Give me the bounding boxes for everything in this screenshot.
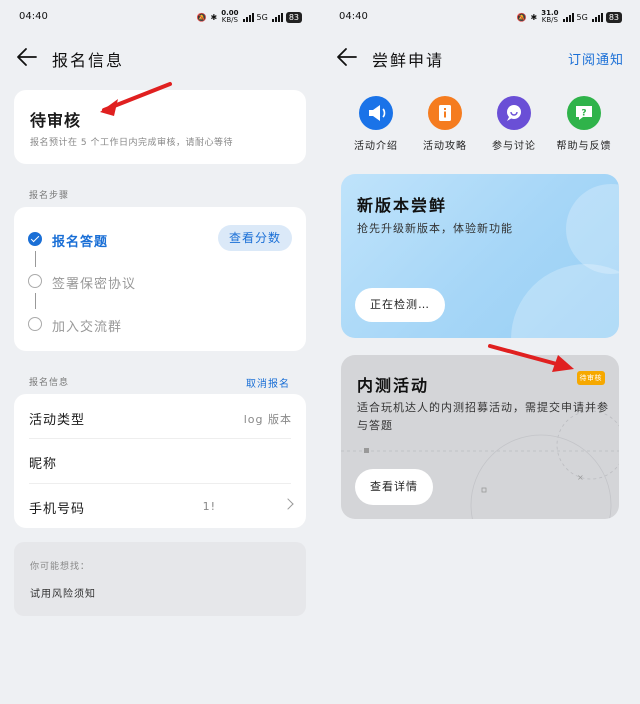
- chat-bubble-icon: [497, 96, 531, 130]
- signal-icon: [562, 12, 574, 22]
- status-bar: 04:40 🔕 ✱ 31.0 KB/S 5G 83: [339, 10, 622, 26]
- back-arrow-icon[interactable]: [336, 46, 358, 68]
- net-speed: 31.0 KB/S: [541, 9, 559, 24]
- view-details-button[interactable]: 查看详情: [355, 469, 433, 505]
- chevron-right-icon: [282, 498, 294, 510]
- checking-button[interactable]: 正在检测…: [355, 288, 445, 322]
- registration-info-screen: 04:40 🔕 ✱ 0.00 KB/S 5G 83 报名信息 待审核 报名预计在 …: [0, 0, 320, 704]
- trial-application-screen: 04:40 🔕 ✱ 31.0 KB/S 5G 83 尝鲜申请 订阅通知 活动介绍 …: [320, 0, 640, 704]
- suggestions-card: 你可能想找： 试用风险须知: [14, 542, 306, 616]
- svg-text:?: ?: [581, 109, 586, 119]
- step-connector: [35, 251, 37, 267]
- quick-action-intro[interactable]: 活动介绍: [341, 96, 411, 152]
- back-arrow-icon[interactable]: [16, 46, 38, 68]
- quick-action-label: 帮助与反馈: [556, 141, 612, 152]
- pending-circle-icon: [28, 317, 42, 331]
- info-key: 昵称: [29, 457, 58, 472]
- status-icons: 🔕 ✱ 31.0 KB/S 5G 83: [517, 10, 622, 24]
- new-version-title: 新版本尝鲜: [357, 196, 448, 215]
- bluetooth-icon: ✱: [530, 12, 538, 22]
- page-title: 报名信息: [52, 51, 125, 70]
- pending-circle-icon: [28, 274, 42, 288]
- page-title: 尝鲜申请: [372, 51, 445, 70]
- subscribe-notification-button[interactable]: 订阅通知: [568, 49, 624, 68]
- pending-review-badge: 待审核: [576, 371, 605, 385]
- info-card: 活动类型 log 版本 昵称 手机号码 1!: [14, 394, 306, 528]
- steps-card: 报名答题 签署保密协议 加入交流群 查看分数: [14, 207, 306, 351]
- signal-tag: 5G: [576, 12, 588, 22]
- new-version-subtitle: 抢先升级新版本，体验新功能: [357, 222, 513, 235]
- quick-action-guide[interactable]: 活动攻略: [410, 96, 480, 152]
- bluetooth-icon: ✱: [210, 12, 218, 22]
- info-row-phone[interactable]: 手机号码 1!: [14, 484, 306, 528]
- nav-bar: 尝鲜申请 订阅通知: [336, 44, 624, 72]
- info-key: 活动类型: [29, 413, 86, 428]
- status-icons: 🔕 ✱ 0.00 KB/S 5G 83: [197, 10, 302, 24]
- suggestion-link[interactable]: 试用风险须知: [30, 585, 96, 600]
- quick-action-discussion[interactable]: 参与讨论: [479, 96, 549, 152]
- signal-icon-2: [591, 12, 603, 22]
- mute-icon: 🔕: [196, 12, 207, 22]
- signal-tag: 5G: [256, 12, 268, 22]
- battery-icon: 83: [285, 11, 302, 23]
- beta-activity-subtitle: 适合玩机达人的内测招募活动，需提交申请并参与答题: [357, 401, 609, 432]
- step-connector: [35, 293, 37, 309]
- check-icon: [28, 232, 42, 246]
- guide-book-icon: [428, 96, 462, 130]
- quick-action-label: 活动介绍: [354, 141, 398, 152]
- status-time: 04:40: [19, 11, 48, 22]
- review-status-subtitle: 报名预计在 5 个工作日内完成审核，请耐心等待: [30, 138, 233, 148]
- beta-activity-card[interactable]: × 内测活动 待审核 适合玩机达人的内测招募活动，需提交申请并参与答题 查看详情: [341, 355, 619, 519]
- info-row-nickname: 昵称: [14, 439, 306, 483]
- mute-icon: 🔕: [516, 12, 527, 22]
- new-version-card[interactable]: 新版本尝鲜 抢先升级新版本，体验新功能 正在检测…: [341, 174, 619, 338]
- status-bar: 04:40 🔕 ✱ 0.00 KB/S 5G 83: [19, 10, 302, 26]
- suggestions-title: 你可能想找：: [30, 562, 91, 572]
- info-value: log 版本: [243, 413, 292, 426]
- review-status-title: 待审核: [30, 111, 82, 130]
- nav-bar: 报名信息: [16, 44, 304, 72]
- quick-action-label: 活动攻略: [423, 141, 467, 152]
- step-label: 加入交流群: [52, 320, 123, 335]
- status-time: 04:40: [339, 11, 368, 22]
- net-speed: 0.00 KB/S: [221, 9, 239, 24]
- info-row-activity-type: 活动类型 log 版本: [14, 395, 306, 439]
- battery-icon: 83: [605, 11, 622, 23]
- help-icon: ?: [567, 96, 601, 130]
- signal-icon-2: [271, 12, 283, 22]
- svg-text:×: ×: [577, 473, 584, 482]
- signal-icon: [242, 12, 254, 22]
- steps-section-label: 报名步骤: [29, 191, 70, 201]
- quick-action-help[interactable]: ? 帮助与反馈: [549, 96, 619, 152]
- cancel-registration-link[interactable]: 取消报名: [246, 375, 290, 390]
- decorative-circle: [566, 184, 619, 274]
- step-label: 签署保密协议: [52, 277, 137, 292]
- quick-action-label: 参与讨论: [492, 141, 536, 152]
- info-value: 1!: [202, 500, 216, 513]
- info-section-label: 报名信息: [29, 378, 70, 388]
- info-key: 手机号码: [29, 502, 86, 517]
- decorative-circle: [511, 264, 619, 338]
- step-label: 报名答题: [52, 235, 109, 250]
- review-status-card: 待审核 报名预计在 5 个工作日内完成审核，请耐心等待: [14, 90, 306, 164]
- beta-activity-title: 内测活动: [357, 376, 430, 395]
- view-score-button[interactable]: 查看分数: [218, 225, 292, 251]
- megaphone-icon: [359, 96, 393, 130]
